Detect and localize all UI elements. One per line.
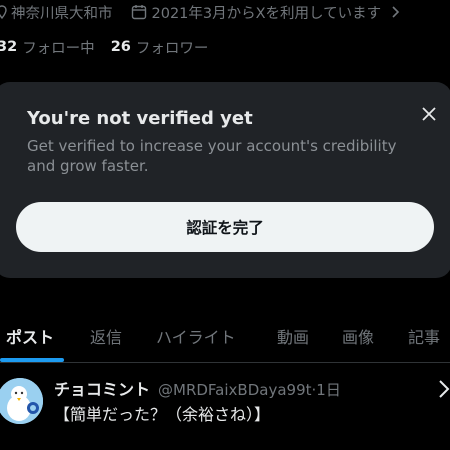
followers-label: フォロワー xyxy=(135,40,209,57)
verify-card-description: Get verified to increase your account's … xyxy=(27,137,397,175)
avatar[interactable] xyxy=(0,378,43,424)
tweet-header: チョコミント @MRDFaixBDaya99t · 1日 xyxy=(54,376,341,400)
tweet-author-handle[interactable]: @MRDFaixBDaya99t xyxy=(158,381,311,399)
tweet-timestamp[interactable]: 1日 xyxy=(316,379,341,400)
tweet-text: 【簡単だった？（余裕さね）】 xyxy=(54,405,271,424)
profile-location: 神奈川県大和市 xyxy=(11,5,113,22)
chevron-right-icon[interactable] xyxy=(438,378,450,400)
tab-highlights[interactable]: ハイライト xyxy=(156,324,236,348)
followers-link[interactable]: 26 フォロワー xyxy=(111,37,209,58)
tab-articles[interactable]: 記事 xyxy=(408,324,440,348)
verify-card-title: You're not verified yet xyxy=(27,108,253,129)
profile-joined-date: 2021年3月からXを利用しています xyxy=(151,5,382,22)
followers-count: 26 xyxy=(110,39,131,55)
following-label: フォロー中 xyxy=(22,40,95,57)
complete-verification-button[interactable]: 認証を完了 xyxy=(16,202,434,252)
calendar-icon xyxy=(131,5,146,20)
profile-tabs: ポスト 返信 ハイライト 動画 画像 記事 xyxy=(0,316,450,362)
tweet-author-name[interactable]: チョコミント xyxy=(54,376,150,400)
follow-stats-row: 32 フォロー中 26 フォロワー xyxy=(0,36,208,58)
following-link[interactable]: 32 フォロー中 xyxy=(0,37,95,58)
tabs-divider xyxy=(0,362,450,363)
chevron-right-icon[interactable] xyxy=(391,6,401,18)
tab-posts[interactable]: ポスト xyxy=(6,324,54,348)
tab-replies[interactable]: 返信 xyxy=(90,324,122,348)
location-icon xyxy=(0,5,7,19)
following-count: 32 xyxy=(0,39,18,55)
profile-meta-row: 神奈川県大和市 2021年3月からXを利用しています xyxy=(0,0,450,24)
close-icon[interactable] xyxy=(418,103,440,125)
tab-media[interactable]: 画像 xyxy=(342,324,374,348)
tab-videos[interactable]: 動画 xyxy=(277,324,309,348)
